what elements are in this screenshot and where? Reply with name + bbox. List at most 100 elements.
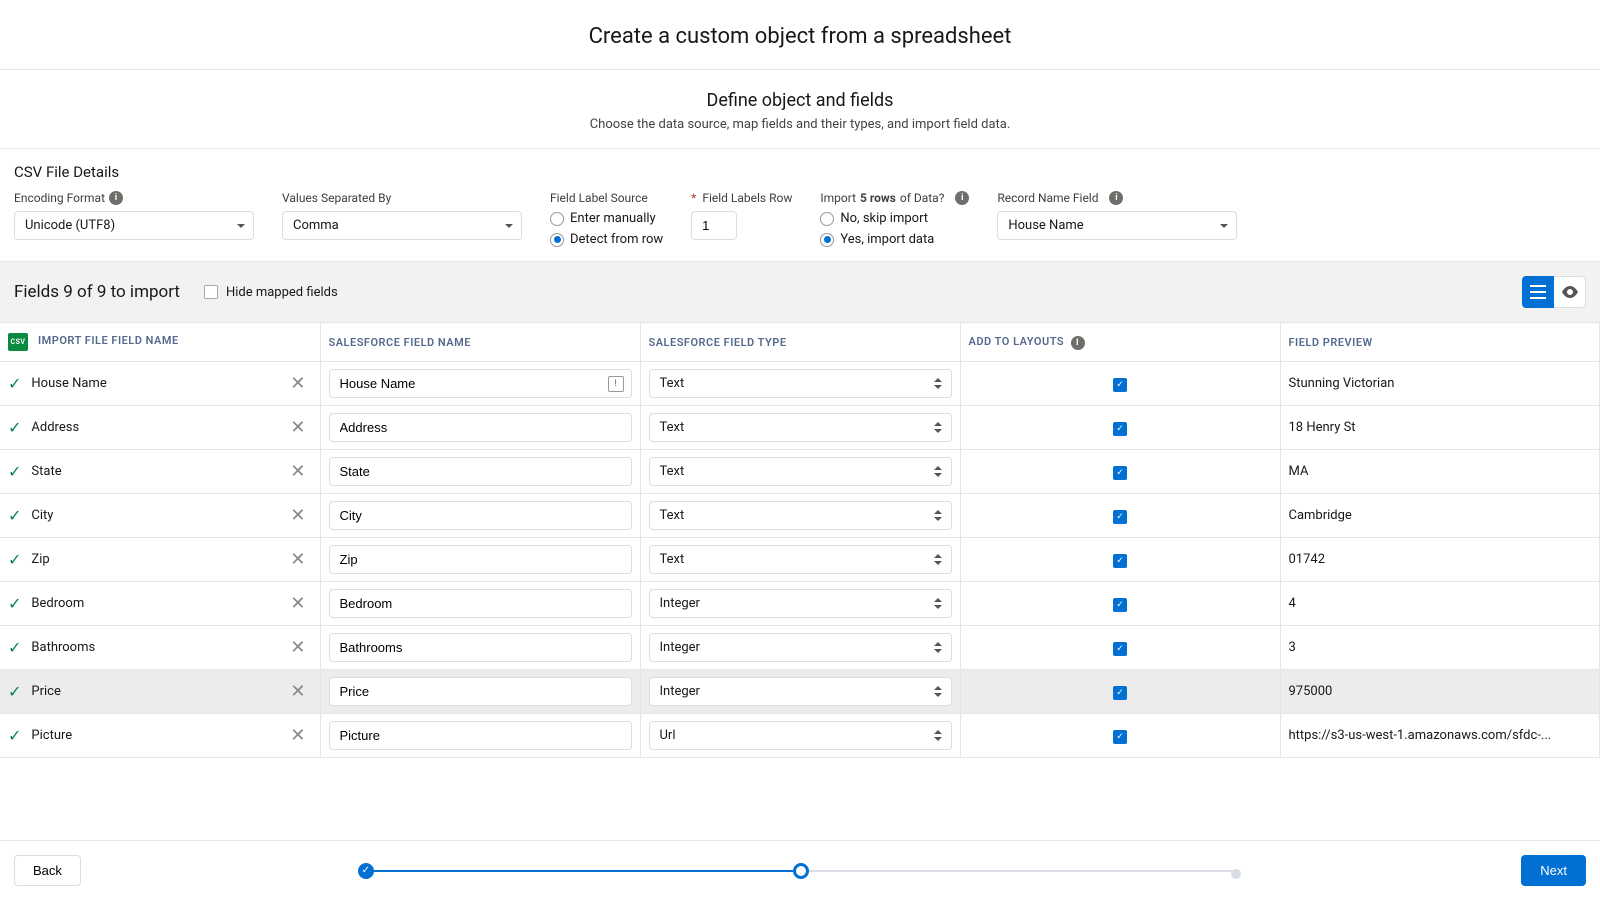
fields-toolbar: Fields 9 of 9 to import Hide mapped fiel… — [0, 261, 1600, 323]
radio-skip-import[interactable] — [820, 212, 834, 226]
field-name-input[interactable] — [329, 721, 632, 750]
encoding-select[interactable]: Unicode (UTF8) — [14, 211, 254, 240]
field-type-select[interactable]: Integer — [649, 633, 952, 662]
import-field-name: Bedroom — [31, 596, 84, 611]
field-type-select[interactable]: Integer — [649, 677, 952, 706]
radio-skip-import-label: No, skip import — [840, 211, 928, 226]
page-title: Create a custom object from a spreadshee… — [0, 0, 1600, 70]
check-icon: ✓ — [8, 506, 21, 525]
check-icon: ✓ — [8, 726, 21, 745]
radio-enter-manually[interactable] — [550, 212, 564, 226]
remove-field-button[interactable]: ✕ — [284, 549, 311, 570]
progress-step-3 — [1231, 869, 1241, 879]
radio-import-data-label: Yes, import data — [840, 232, 934, 247]
add-to-layouts-checkbox[interactable]: ✓ — [1113, 422, 1127, 436]
add-to-layouts-checkbox[interactable]: ✓ — [1113, 598, 1127, 612]
check-icon: ✓ — [8, 638, 21, 657]
field-preview-value: Stunning Victorian — [1280, 362, 1600, 406]
progress-step-1: ✓ — [358, 863, 374, 879]
section-subtitle: Choose the data source, map fields and t… — [0, 117, 1600, 132]
field-preview-value: MA — [1280, 450, 1600, 494]
add-to-layouts-checkbox[interactable]: ✓ — [1113, 554, 1127, 568]
import-field-name: State — [31, 464, 61, 479]
import-field-name: City — [31, 508, 53, 523]
table-row: ✓ Zip ✕ Text ✓ 01742 — [0, 538, 1600, 582]
field-type-select[interactable]: Text — [649, 501, 952, 530]
th-layout: ADD TO LAYOUTS i — [960, 323, 1280, 362]
add-to-layouts-checkbox[interactable]: ✓ — [1113, 686, 1127, 700]
next-button[interactable]: Next — [1521, 855, 1586, 886]
field-type-select[interactable]: Url — [649, 721, 952, 750]
th-import: csvIMPORT FILE FIELD NAME — [0, 323, 320, 362]
table-row: ✓ Bathrooms ✕ Integer ✓ 3 — [0, 626, 1600, 670]
field-name-input[interactable] — [329, 589, 632, 618]
table-row: ✓ Picture ✕ Url ✓ https://s3-us-west-1.a… — [0, 714, 1600, 758]
field-name-input[interactable] — [329, 369, 632, 398]
info-icon[interactable]: i — [1109, 191, 1123, 205]
hide-mapped-checkbox[interactable] — [204, 285, 218, 299]
field-type-select[interactable]: Text — [649, 369, 952, 398]
check-icon: ✓ — [8, 550, 21, 569]
field-name-input[interactable] — [329, 457, 632, 486]
csv-details-title: CSV File Details — [14, 163, 1586, 181]
field-name-input[interactable] — [329, 633, 632, 662]
fields-table: csvIMPORT FILE FIELD NAME SALESFORCE FIE… — [0, 323, 1600, 758]
progress-indicator: ✓ — [121, 861, 1481, 881]
remove-field-button[interactable]: ✕ — [284, 593, 311, 614]
check-icon: ✓ — [8, 418, 21, 437]
field-preview-value: 4 — [1280, 582, 1600, 626]
field-type-select[interactable]: Integer — [649, 589, 952, 618]
back-button[interactable]: Back — [14, 855, 81, 886]
field-preview-value: Cambridge — [1280, 494, 1600, 538]
import-data-label-post: of Data? — [900, 191, 945, 205]
hide-mapped-label: Hide mapped fields — [226, 285, 338, 300]
record-name-select[interactable]: House Name — [997, 211, 1237, 240]
import-field-name: Zip — [31, 552, 49, 567]
radio-detect-row-label: Detect from row — [570, 232, 663, 247]
view-list-button[interactable] — [1522, 276, 1554, 308]
import-field-name: Price — [31, 684, 60, 699]
field-preview-value: 3 — [1280, 626, 1600, 670]
labels-row-input[interactable] — [691, 211, 737, 240]
section-title: Define object and fields — [0, 90, 1600, 111]
field-name-input[interactable] — [329, 677, 632, 706]
remove-field-button[interactable]: ✕ — [284, 417, 311, 438]
add-to-layouts-checkbox[interactable]: ✓ — [1113, 378, 1127, 392]
record-name-label: Record Name Field — [997, 191, 1098, 205]
field-type-select[interactable]: Text — [649, 413, 952, 442]
th-type: SALESFORCE FIELD TYPE — [640, 323, 960, 362]
field-preview-value: 18 Henry St — [1280, 406, 1600, 450]
csv-badge-icon: csv — [8, 333, 28, 351]
info-icon[interactable]: i — [109, 191, 123, 205]
info-icon[interactable]: i — [1071, 336, 1085, 350]
csv-details-panel: CSV File Details Encoding Format i Unicod… — [0, 148, 1600, 261]
separator-select[interactable]: Comma — [282, 211, 522, 240]
info-icon[interactable]: i — [955, 191, 969, 205]
field-type-select[interactable]: Text — [649, 545, 952, 574]
view-preview-button[interactable] — [1554, 276, 1586, 308]
remove-field-button[interactable]: ✕ — [284, 505, 311, 526]
field-type-select[interactable]: Text — [649, 457, 952, 486]
add-to-layouts-checkbox[interactable]: ✓ — [1113, 466, 1127, 480]
field-name-input[interactable] — [329, 413, 632, 442]
field-name-input[interactable] — [329, 501, 632, 530]
remove-field-button[interactable]: ✕ — [284, 637, 311, 658]
remove-field-button[interactable]: ✕ — [284, 725, 311, 746]
import-data-label-rows: 5 rows — [860, 191, 896, 205]
radio-detect-row[interactable] — [550, 233, 564, 247]
import-field-name: House Name — [31, 376, 106, 391]
table-row: ✓ Bedroom ✕ Integer ✓ 4 — [0, 582, 1600, 626]
field-name-input[interactable] — [329, 545, 632, 574]
add-to-layouts-checkbox[interactable]: ✓ — [1113, 510, 1127, 524]
remove-field-button[interactable]: ✕ — [284, 681, 311, 702]
remove-field-button[interactable]: ✕ — [284, 373, 311, 394]
table-row: ✓ Address ✕ Text ✓ 18 Henry St — [0, 406, 1600, 450]
add-to-layouts-checkbox[interactable]: ✓ — [1113, 730, 1127, 744]
radio-import-data[interactable] — [820, 233, 834, 247]
remove-field-button[interactable]: ✕ — [284, 461, 311, 482]
table-row: ✓ City ✕ Text ✓ Cambridge — [0, 494, 1600, 538]
radio-enter-manually-label: Enter manually — [570, 211, 656, 226]
section-header: Define object and fields Choose the data… — [0, 70, 1600, 148]
add-to-layouts-checkbox[interactable]: ✓ — [1113, 642, 1127, 656]
encoding-label: Encoding Format — [14, 191, 105, 205]
